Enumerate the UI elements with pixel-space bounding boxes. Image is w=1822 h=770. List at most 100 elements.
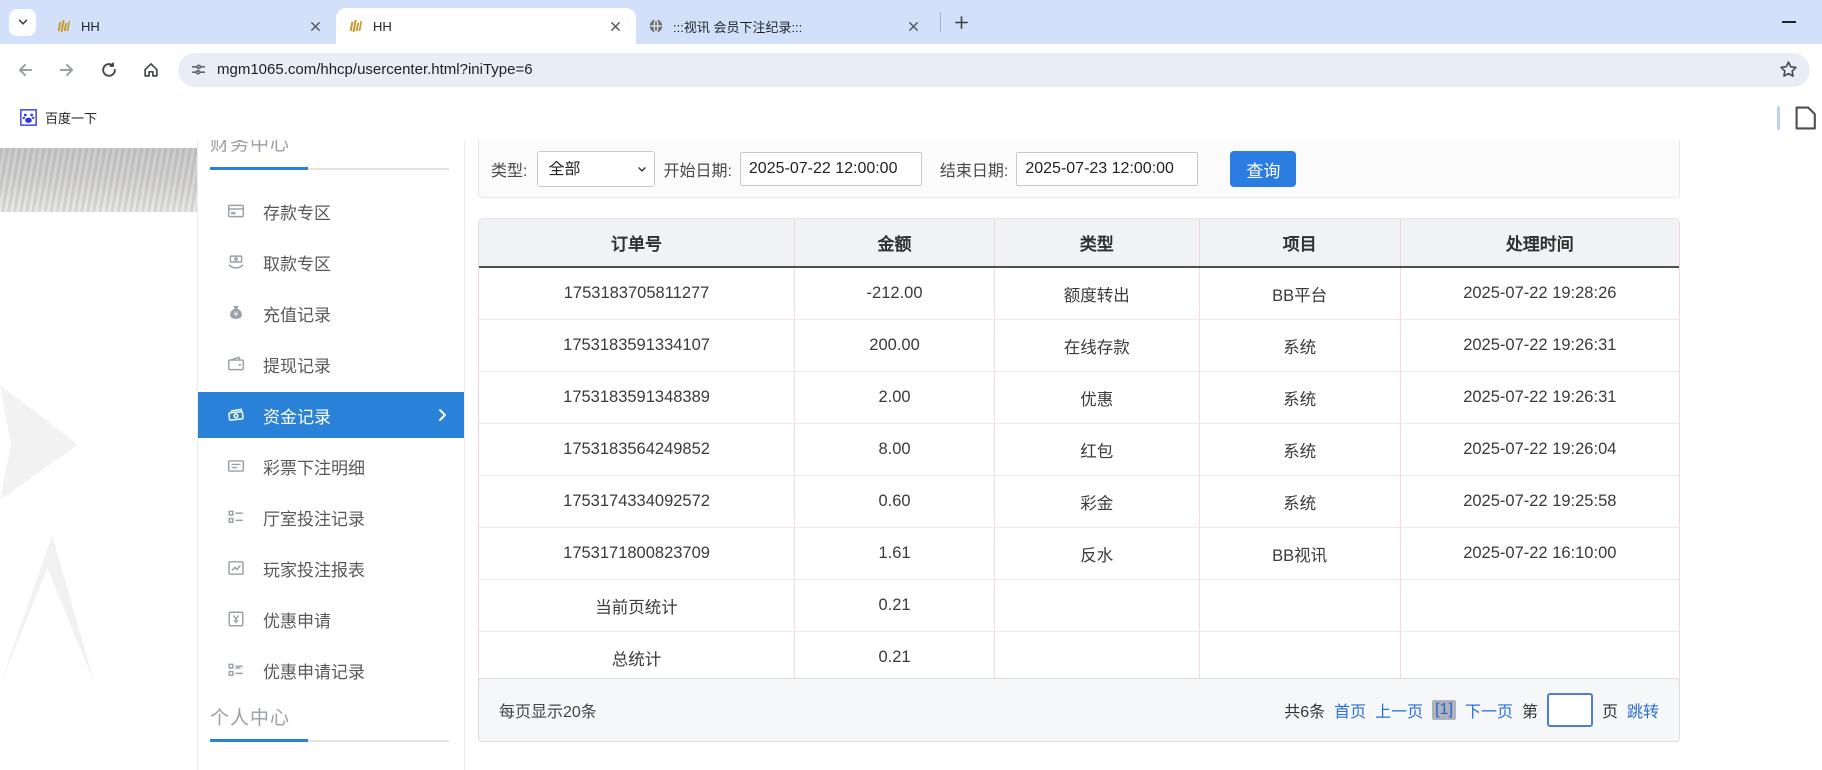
next-page-link[interactable]: 下一页 — [1465, 698, 1513, 722]
left-watermark-zone — [0, 140, 197, 770]
close-icon[interactable] — [604, 15, 626, 37]
url-text[interactable]: mgm1065.com/hhcp/usercenter.html?iniType… — [217, 61, 1779, 78]
reload-button[interactable] — [92, 53, 126, 87]
tab-strip: HH HH :::视讯 会员下注纪录::: — [0, 0, 1822, 44]
tab-title: HH — [81, 18, 100, 34]
table-cell — [1400, 579, 1679, 632]
table-cell: 1753171800823709 — [479, 527, 796, 580]
bookmarks-bar: 百度一下 — [0, 95, 1822, 140]
tab-title: HH — [373, 18, 392, 34]
type-label: 类型: — [491, 163, 528, 180]
table-cell — [1400, 632, 1679, 684]
tab-video-records[interactable]: :::视讯 会员下注纪录::: — [636, 8, 934, 44]
hh-logo-icon — [56, 18, 72, 34]
table-cell: 系统 — [1199, 319, 1401, 372]
table-cell: 优惠 — [994, 371, 1200, 424]
table-cell: 红包 — [994, 423, 1200, 476]
table-cell: 0.21 — [794, 631, 995, 683]
table-cell — [994, 579, 1200, 632]
first-page-link[interactable]: 首页 — [1334, 698, 1366, 722]
funds-banknotes-icon — [226, 405, 246, 425]
type-select[interactable]: 全部 — [537, 151, 656, 187]
jump-page-input[interactable] — [1546, 693, 1593, 727]
table-row: 总统计 0.21 — [479, 631, 1679, 684]
table-cell: 200.00 — [794, 319, 995, 372]
sidebar-item-label: 彩票下注明细 — [263, 458, 365, 478]
sidebar-item-promo-apply[interactable]: 优惠申请 — [198, 596, 464, 642]
promo-record-list-icon — [226, 660, 246, 680]
sidebar-item-label: 玩家投注报表 — [263, 560, 365, 580]
table-cell — [1199, 631, 1401, 683]
table-header-cell: 订单号 — [479, 219, 796, 268]
table-cell: 2025-07-22 16:10:00 — [1400, 527, 1679, 580]
table-cell: 额度转出 — [994, 267, 1200, 320]
bookmark-label: 百度一下 — [45, 111, 98, 126]
table-header-cell: 项目 — [1199, 219, 1401, 268]
back-button[interactable] — [8, 53, 42, 87]
prev-page-link[interactable]: 上一页 — [1375, 698, 1423, 722]
back-arrow-icon — [16, 61, 34, 79]
table-cell: 2025-07-22 19:25:58 — [1400, 475, 1679, 528]
tab-search-button[interactable] — [9, 8, 36, 36]
table-cell: 系统 — [1199, 423, 1401, 476]
end-date-input[interactable] — [1016, 152, 1199, 186]
search-button[interactable]: 查询 — [1230, 151, 1297, 187]
table-cell: 系统 — [1199, 371, 1401, 424]
bookmark-baidu[interactable]: 百度一下 — [14, 104, 103, 131]
table-cell: 系统 — [1199, 475, 1401, 528]
table-cell: 1753183705811277 — [479, 267, 796, 320]
page-content: 财务中心 存款专区 取款专区 ¥ 充值记录 提现记录 资金记录 彩票下注明细 厅… — [0, 140, 1822, 770]
bookmark-star-icon[interactable] — [1779, 60, 1798, 79]
jump-button[interactable]: 跳转 — [1627, 698, 1659, 722]
sidebar-item-player-bet-report[interactable]: 玩家投注报表 — [198, 545, 464, 591]
start-date-input[interactable] — [739, 152, 922, 186]
table-row: 1753183591334107 200.00 在线存款 系统 2025-07-22 1… — [479, 319, 1679, 372]
table-cell: 当前页统计 — [479, 579, 796, 632]
forward-button[interactable] — [50, 53, 84, 87]
sidebar-item-deposit[interactable]: 存款专区 — [198, 188, 464, 234]
table-cell: 1753174334092572 — [479, 475, 796, 528]
sidebar-item-hall-bet-records[interactable]: 厅室投注记录 — [198, 494, 464, 540]
section-divider — [210, 167, 449, 170]
minimize-button[interactable] — [1774, 7, 1804, 37]
new-tab-button[interactable] — [947, 8, 975, 36]
close-icon[interactable] — [304, 15, 326, 37]
sidebar-item-withdraw[interactable]: 取款专区 — [198, 239, 464, 285]
current-page-badge: [1] — [1432, 700, 1456, 720]
sidebar-item-lottery-bet-detail[interactable]: 彩票下注明细 — [198, 443, 464, 489]
tab-hh-2-active[interactable]: HH — [336, 8, 636, 44]
sidebar-menu: 存款专区 取款专区 ¥ 充值记录 提现记录 资金记录 彩票下注明细 厅室投注记录… — [198, 188, 464, 698]
table-row: 1753171800823709 1.61 反水 BB视讯 2025-07-22 16:… — [479, 527, 1679, 580]
sidebar: 财务中心 存款专区 取款专区 ¥ 充值记录 提现记录 资金记录 彩票下注明细 厅… — [197, 140, 465, 770]
sidebar-item-promo-apply-records[interactable]: 优惠申请记录 — [198, 647, 464, 693]
sidebar-item-withdrawal-records[interactable]: 提现记录 — [198, 341, 464, 387]
table-cell: 8.00 — [794, 423, 995, 476]
lottery-list-icon — [226, 456, 246, 476]
records-table: 订单号 金额 类型 项目 处理时间 1753183705811277 -212.00 额度转… — [479, 219, 1679, 683]
svg-text:¥: ¥ — [234, 309, 239, 318]
sidebar-item-label: 充值记录 — [263, 305, 331, 325]
plus-icon — [954, 15, 969, 30]
table-cell: 2025-07-22 19:26:31 — [1400, 371, 1679, 424]
page-file-icon[interactable] — [1792, 105, 1822, 131]
total-count-text: 共6条 — [1284, 704, 1326, 721]
home-button[interactable] — [134, 53, 168, 87]
sidebar-item-recharge-records[interactable]: ¥ 充值记录 — [198, 290, 464, 336]
table-row: 1753174334092572 0.60 彩金 系统 2025-07-22 19:25… — [479, 475, 1679, 528]
table-row: 1753183591348389 2.00 优惠 系统 2025-07-22 19:26… — [479, 371, 1679, 424]
browser-toolbar: mgm1065.com/hhcp/usercenter.html?iniType… — [0, 44, 1822, 95]
tab-hh-1[interactable]: HH — [44, 8, 336, 44]
pagination-bar: 每页显示20条 共6条 首页 上一页 [1] 下一页 第 页 跳转 — [478, 678, 1680, 742]
table-cell: 总统计 — [479, 631, 796, 683]
table-cell — [994, 631, 1200, 683]
jump-prefix-text: 第 — [1521, 704, 1538, 721]
tab-divider — [940, 12, 941, 32]
sidebar-item-label: 优惠申请 — [263, 611, 331, 631]
omnibox[interactable]: mgm1065.com/hhcp/usercenter.html?iniType… — [178, 52, 1810, 87]
site-info-icon[interactable] — [190, 61, 207, 78]
sidebar-item-funds-records[interactable]: 资金记录 — [198, 392, 464, 438]
close-icon[interactable] — [902, 15, 924, 37]
table-row: 1753183564249852 8.00 红包 系统 2025-07-22 19:26… — [479, 423, 1679, 476]
withdrawal-wallet-icon — [226, 354, 246, 374]
sidebar-item-label: 厅室投注记录 — [263, 509, 365, 529]
